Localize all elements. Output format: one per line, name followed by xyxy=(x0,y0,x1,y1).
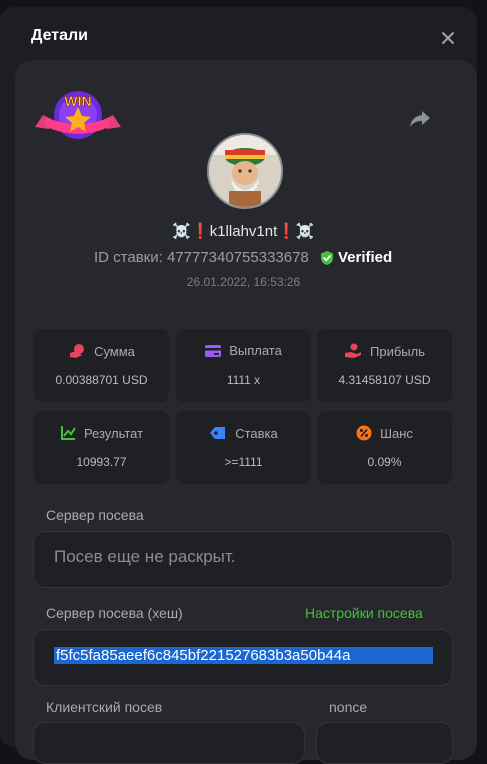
client-seed-field[interactable] xyxy=(33,722,305,764)
stat-label: Шанс xyxy=(380,425,413,441)
stat-amount: Сумма 0.00388701 USD xyxy=(34,329,169,402)
stat-label: Ставка xyxy=(235,425,278,441)
stat-label: Сумма xyxy=(94,343,135,359)
avatar xyxy=(207,133,283,209)
stat-value: 0.09% xyxy=(367,455,402,469)
chart-icon xyxy=(60,426,76,440)
hand-money-icon xyxy=(345,343,361,358)
stat-label: Выплата xyxy=(229,343,282,358)
stat-label: Прибыль xyxy=(370,343,425,359)
avatar-image xyxy=(209,135,281,207)
verified-badge: Verified xyxy=(320,249,392,266)
stat-result: Результат 10993.77 xyxy=(34,411,169,484)
server-seed-hash-value[interactable]: f5fc5fa85aeef6c845bf221527683b3a50b44a xyxy=(54,647,433,664)
stat-value: >=1111 xyxy=(224,455,263,469)
close-icon[interactable] xyxy=(437,27,459,49)
stat-chance: Шанс 0.09% xyxy=(317,411,452,484)
nonce-label: nonce xyxy=(329,699,368,715)
server-seed-hash-label: Сервер посева (хеш) xyxy=(46,605,183,621)
stat-bet: Ставка >=1111 xyxy=(176,411,311,484)
bet-id: ID ставки: 47777340755333678 xyxy=(94,249,309,266)
server-seed-placeholder: Посев еще не раскрыт. xyxy=(54,547,236,566)
stat-profit: Прибыль 4.31458107 USD xyxy=(317,329,452,402)
verified-label: Verified xyxy=(338,249,393,266)
tag-icon xyxy=(210,427,226,439)
percent-icon xyxy=(356,425,372,441)
bet-datetime: 26.01.2022, 16:53:26 xyxy=(186,275,301,289)
coins-icon xyxy=(70,344,85,358)
stat-label: Результат xyxy=(83,425,144,441)
stat-value: 10993.77 xyxy=(76,455,127,469)
share-icon[interactable] xyxy=(408,108,432,130)
stat-payout: Выплата 1111 x xyxy=(176,329,311,402)
stat-value: 0.00388701 USD xyxy=(55,373,148,387)
nonce-field[interactable] xyxy=(316,722,453,764)
win-badge-icon: WIN xyxy=(35,91,121,139)
modal-title: Детали xyxy=(31,27,89,44)
server-seed-hash-field[interactable]: f5fc5fa85aeef6c845bf221527683b3a50b44a xyxy=(33,629,453,686)
stat-value: 4.31458107 USD xyxy=(338,373,431,387)
username: ☠️❗k1llahv1nt❗☠️ xyxy=(172,223,315,240)
win-badge-text: WIN xyxy=(64,93,91,109)
server-seed-label: Сервер посева xyxy=(46,507,144,523)
client-seed-label: Клиентский посев xyxy=(46,699,163,715)
stat-value: 1111 x xyxy=(226,373,261,387)
shield-check-icon xyxy=(321,250,333,265)
server-seed-field[interactable]: Посев еще не раскрыт. xyxy=(33,531,453,588)
card-icon xyxy=(205,344,222,357)
seed-settings-link[interactable]: Настройки посева xyxy=(305,605,423,621)
